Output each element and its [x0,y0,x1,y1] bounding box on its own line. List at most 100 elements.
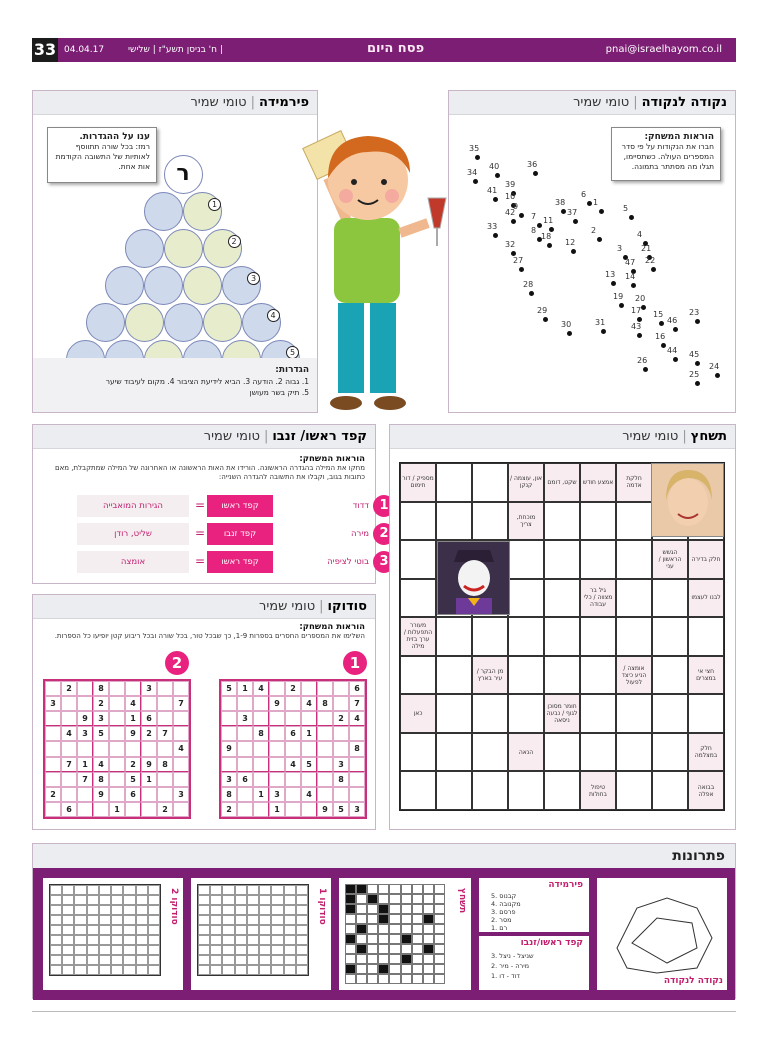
crossword-cell[interactable] [544,501,580,541]
crossword-cell[interactable] [472,732,508,772]
sudoku-2-cell[interactable] [45,726,61,742]
sudoku-1-cell[interactable] [253,741,269,757]
crossword-cell[interactable] [616,578,652,618]
crossword-cell[interactable] [508,578,544,618]
dot-point[interactable] [519,213,524,218]
pyramid-cell[interactable] [124,303,164,342]
crossword-cell[interactable] [508,771,544,810]
dot-point[interactable] [601,329,606,334]
sudoku-1-cell[interactable] [269,726,285,742]
crossword-cell[interactable] [400,655,436,695]
crossword-cell[interactable] [652,617,688,656]
sudoku-2-cell[interactable] [93,801,109,817]
sudoku-1-cell[interactable] [253,771,269,787]
sudoku-1-cell[interactable] [269,756,285,772]
sudoku-1-cell[interactable] [253,756,269,772]
crossword-cell[interactable] [436,771,472,810]
sudoku-2-cell[interactable] [77,786,93,802]
sudoku-2-cell[interactable] [173,801,189,817]
pyramid-cell[interactable] [124,229,164,268]
sudoku-1-cell[interactable] [317,741,333,757]
sudoku-1-cell[interactable] [285,786,301,802]
dot-point[interactable] [473,179,478,184]
sudoku-1-cell[interactable] [221,696,237,712]
sudoku-2-cell[interactable] [45,801,61,817]
sudoku-2-cell[interactable] [157,696,173,712]
sudoku-2-cell[interactable] [173,726,189,742]
sudoku-2-cell[interactable] [173,711,189,727]
sudoku-1-cell[interactable] [333,681,349,697]
crossword-cell[interactable] [688,694,724,733]
crossword-cell[interactable] [544,732,580,772]
dot-point[interactable] [661,343,666,348]
crossword-cell[interactable] [472,617,508,656]
sudoku-2-cell[interactable] [61,711,77,727]
crossword-cell[interactable] [472,463,508,502]
crossword-cell[interactable] [616,501,652,541]
sudoku-2-cell[interactable] [61,741,77,757]
pyramid-cell[interactable] [202,303,242,342]
crossword-cell[interactable] [652,655,688,695]
sudoku-1-cell[interactable] [221,726,237,742]
sudoku-1-cell[interactable] [349,771,365,787]
crossword-cell[interactable] [544,540,580,579]
sudoku-2-cell[interactable] [109,681,125,697]
sudoku-2-cell[interactable] [109,786,125,802]
dot-point[interactable] [537,223,542,228]
crossword-cell[interactable] [400,732,436,772]
dot-point[interactable] [695,381,700,386]
dot-point[interactable] [619,303,624,308]
dot-point[interactable] [529,291,534,296]
dot-point[interactable] [631,283,636,288]
crossword-cell[interactable] [652,771,688,810]
pyramid-cell[interactable] [85,303,125,342]
crossword-cell[interactable] [544,771,580,810]
sudoku-2-cell[interactable] [45,756,61,772]
dot-point[interactable] [611,281,616,286]
crossword-cell[interactable] [580,732,616,772]
dot-point[interactable] [475,155,480,160]
crossword-cell[interactable] [436,617,472,656]
sudoku-1-cell[interactable] [253,801,269,817]
sudoku-2-cell[interactable] [77,741,93,757]
crossword-cell[interactable] [436,501,472,541]
pyramid-cell[interactable] [144,192,183,231]
sudoku-1-cell[interactable] [317,756,333,772]
dot-point[interactable] [695,361,700,366]
dot-point[interactable] [493,233,498,238]
crossword-cell[interactable] [652,694,688,733]
sudoku-2-cell[interactable] [125,801,141,817]
crossword-cell[interactable] [472,694,508,733]
sudoku-grid-1[interactable]: 51426948732486198453368813421953 [219,679,367,819]
sudoku-1-cell[interactable] [333,741,349,757]
crossword-cell[interactable] [400,771,436,810]
sudoku-2-cell[interactable] [141,741,157,757]
crossword-cell[interactable] [580,540,616,579]
sudoku-1-cell[interactable] [237,786,253,802]
dot-point[interactable] [629,215,634,220]
sudoku-1-cell[interactable] [317,771,333,787]
sudoku-2-cell[interactable] [109,756,125,772]
dot-point[interactable] [547,243,552,248]
crossword-cell[interactable] [544,578,580,618]
crossword-cell[interactable] [688,617,724,656]
sudoku-1-cell[interactable] [221,756,237,772]
sudoku-2-cell[interactable] [173,756,189,772]
sudoku-1-cell[interactable] [285,741,301,757]
sudoku-2-cell[interactable] [157,786,173,802]
sudoku-2-cell[interactable] [125,741,141,757]
crossword-cell[interactable] [400,578,436,618]
dot-point[interactable] [673,327,678,332]
sudoku-2-cell[interactable] [61,786,77,802]
crossword-cell[interactable] [616,617,652,656]
sudoku-2-cell[interactable] [61,696,77,712]
sudoku-2-cell[interactable] [77,696,93,712]
dot-point[interactable] [495,173,500,178]
sudoku-1-cell[interactable] [285,711,301,727]
sudoku-2-cell[interactable] [157,711,173,727]
dot-point[interactable] [543,317,548,322]
crossword-cell[interactable] [436,463,472,502]
pyramid-cell[interactable] [183,266,222,305]
kefod-result-field[interactable]: שליט, רודן [77,523,189,545]
sudoku-1-cell[interactable] [301,741,317,757]
